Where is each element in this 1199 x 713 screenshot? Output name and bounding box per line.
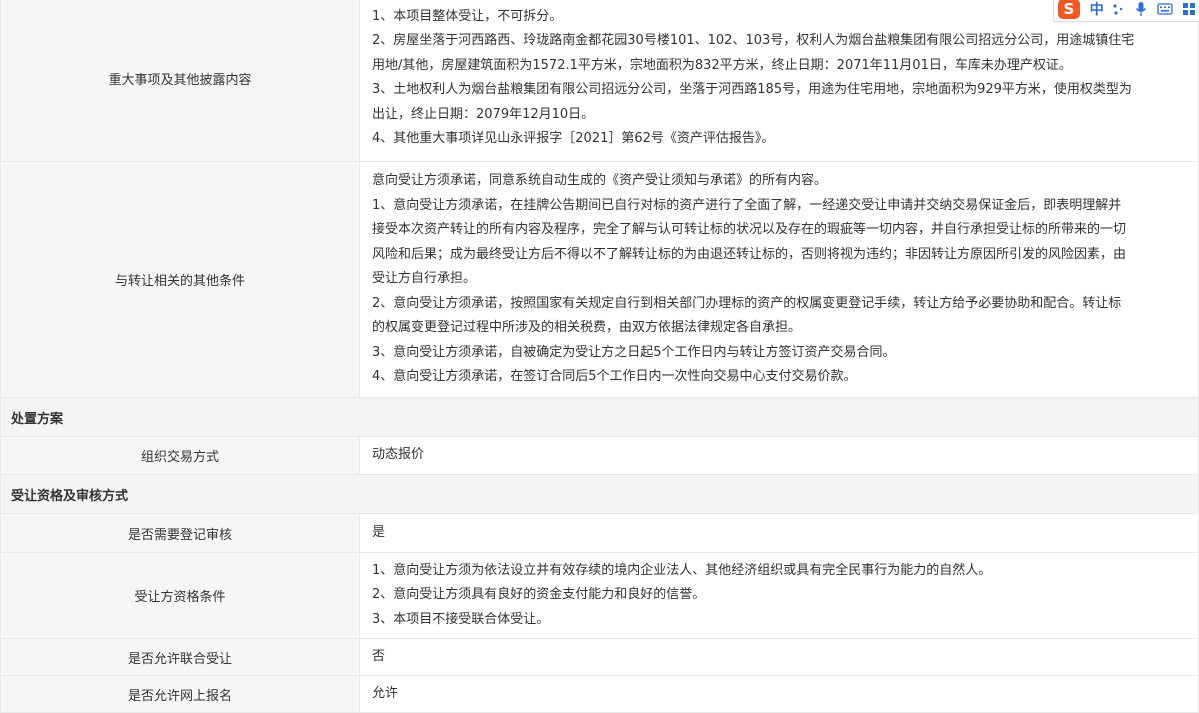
text-line: 3、土地权利人为烟台盐粮集团有限公司招远分公司，坐落于河西路185号，用途为住宅… (372, 82, 1132, 97)
row-value: 否 (359, 638, 1199, 676)
section-title: 处置方案 (0, 397, 1199, 437)
text-line: 1、意向受让方须为依法设立并有效存续的境内企业法人、其他经济组织或具有完全民事行… (372, 562, 992, 578)
row-label: 是否允许联合受让 (0, 638, 360, 676)
row-major-matters: 重大事项及其他披露内容 1、本项目整体受让，不可拆分。 2、房屋坐落于河西路西、… (0, 0, 1199, 162)
text-line: 的权属变更登记过程中所涉及的相关税费，由双方依据法律规定各自承担。 (372, 320, 802, 336)
text-line: 2、意向受让方须承诺，按照国家有关规定自行到相关部门办理标的资产的权属变更登记手… (372, 295, 1122, 311)
punctuation-icon[interactable] (1108, 0, 1128, 19)
text-line: 2、房屋坐落于河西路西、玲珑路南金都花园30号楼101、102、103号，权利人… (372, 33, 1135, 48)
ime-toolbar[interactable]: S 中 (1053, 0, 1199, 22)
text-line: 用地/其他，房屋建筑面积为1572.1平方米，宗地面积为832平方米，终止日期：… (372, 57, 1072, 73)
row-value: 动态报价 (359, 436, 1199, 475)
row-label: 与转让相关的其他条件 (0, 161, 360, 398)
section-qualification: 受让资格及审核方式 (0, 474, 1199, 514)
grid-menu-icon[interactable] (1179, 0, 1199, 19)
row-label: 重大事项及其他披露内容 (0, 0, 360, 162)
text-line: 风险和后果；成为最终受让方后不得以不了解转让标的为由退还转让标的，否则将视为违约… (372, 246, 1127, 262)
row-label: 是否需要登记审核 (0, 513, 360, 553)
text-line: 4、意向受让方须承诺，在签订合同后5个工作日内一次性向交易中心支付交易价款。 (372, 369, 857, 385)
text-line: 意向受让方须承诺，同意系统自动生成的《资产受让须知与承诺》的所有内容。 (372, 173, 828, 189)
row-qualification: 受让方资格条件 1、意向受让方须为依法设立并有效存续的境内企业法人、其他经济组织… (0, 552, 1199, 639)
row-value: 1、意向受让方须为依法设立并有效存续的境内企业法人、其他经济组织或具有完全民事行… (359, 552, 1199, 639)
text-line: 受让方自行承担。 (372, 271, 477, 287)
section-disposal: 处置方案 (0, 397, 1199, 437)
row-need-registration: 是否需要登记审核 是 (0, 513, 1199, 553)
text-line: 3、本项目不接受联合体受让。 (372, 611, 550, 627)
row-online-signup: 是否允许网上报名 允许 (0, 675, 1199, 713)
row-label: 是否允许网上报名 (0, 675, 360, 713)
section-title: 受让资格及审核方式 (0, 474, 1199, 514)
text-line: 1、意向受让方须承诺，在挂牌公告期间已自行对标的资产进行了全面了解，一经递交受让… (372, 197, 1122, 213)
text-line: 2、意向受让方须具有良好的资金支付能力和良好的信誉。 (372, 587, 706, 603)
row-value: 意向受让方须承诺，同意系统自动生成的《资产受让须知与承诺》的所有内容。 1、意向… (359, 161, 1199, 398)
text-line: 3、意向受让方须承诺，自被确定为受让方之日起5个工作日内与转让方签订资产交易合同… (372, 344, 896, 360)
row-value: 1、本项目整体受让，不可拆分。 2、房屋坐落于河西路西、玲珑路南金都花园30号楼… (359, 0, 1199, 162)
info-table: 重大事项及其他披露内容 1、本项目整体受让，不可拆分。 2、房屋坐落于河西路西、… (0, 0, 1199, 713)
row-joint-bid: 是否允许联合受让 否 (0, 638, 1199, 676)
row-other-conditions: 与转让相关的其他条件 意向受让方须承诺，同意系统自动生成的《资产受让须知与承诺》… (0, 161, 1199, 398)
text-line: 4、其他重大事项详见山永评报字［2021］第62号《资产评估报告》。 (372, 131, 775, 146)
row-label: 组织交易方式 (0, 436, 360, 475)
text-line: 出让，终止日期：2079年12月10日。 (372, 106, 595, 122)
microphone-icon[interactable] (1132, 0, 1152, 19)
ime-language-toggle[interactable]: 中 (1090, 0, 1104, 19)
text-line: 接受本次资产转让的所有内容及程序，完全了解与认可转让标的状况以及存在的瑕疵等一切… (372, 222, 1127, 238)
row-label: 受让方资格条件 (0, 552, 360, 639)
sogou-logo-icon[interactable]: S (1058, 0, 1080, 19)
keyboard-icon[interactable] (1155, 0, 1175, 19)
row-value: 是 (359, 513, 1199, 553)
row-trade-method: 组织交易方式 动态报价 (0, 436, 1199, 475)
row-value: 允许 (359, 675, 1199, 713)
